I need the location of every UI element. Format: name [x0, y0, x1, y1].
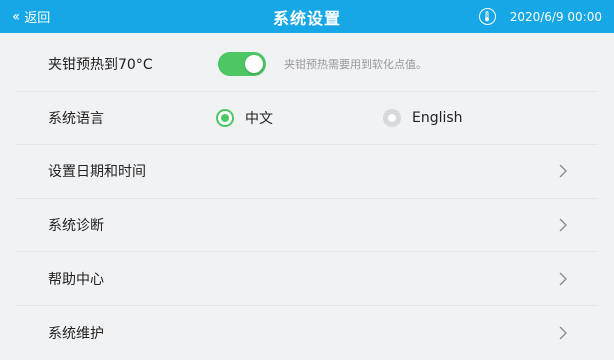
chevron-right-icon	[559, 164, 567, 178]
datetime-display: 2020/6/9 00:00	[509, 9, 602, 24]
diagnostics-label: 系统诊断	[48, 218, 104, 235]
language-option-label: 中文	[245, 110, 273, 127]
help-row[interactable]: 帮助中心	[16, 252, 598, 306]
chevron-right-icon	[559, 272, 567, 286]
preheat-label: 夹钳预热到70°C	[48, 57, 153, 74]
settings-list: 夹钳预热到70°C 夹钳预热需要用到软化点值。 系统语言 中文 English …	[16, 38, 598, 360]
language-option-label: English	[412, 109, 463, 126]
preheat-hint: 夹钳预热需要用到软化点值。	[284, 58, 427, 72]
toggle-knob	[245, 55, 263, 73]
back-button[interactable]: ‹‹ 返回	[12, 0, 50, 33]
date-time-row[interactable]: 设置日期和时间	[16, 145, 598, 199]
language-label: 系统语言	[48, 110, 104, 127]
language-option-english[interactable]: English	[383, 108, 463, 127]
maintenance-row[interactable]: 系统维护	[16, 306, 598, 360]
diagnostics-row[interactable]: 系统诊断	[16, 199, 598, 253]
chevron-right-icon	[559, 326, 567, 340]
status-area: 2020/6/9 00:00	[478, 0, 602, 33]
maintenance-label: 系统维护	[48, 325, 104, 342]
thermometer-icon	[478, 8, 496, 25]
back-label: 返回	[24, 11, 51, 26]
chevron-right-icon	[559, 218, 567, 232]
preheat-row: 夹钳预热到70°C 夹钳预热需要用到软化点值。	[16, 38, 598, 92]
double-chevron-left-icon: ‹‹	[12, 8, 20, 25]
radio-selected-icon	[216, 108, 234, 127]
help-label: 帮助中心	[48, 271, 104, 288]
date-time-label: 设置日期和时间	[48, 164, 146, 181]
language-row: 系统语言 中文 English	[16, 92, 598, 146]
radio-unselected-icon	[383, 108, 401, 127]
language-option-chinese[interactable]: 中文	[216, 108, 273, 128]
preheat-toggle[interactable]	[218, 52, 266, 76]
top-bar: ‹‹ 返回 系统设置 2020/6/9 00:00	[0, 0, 614, 33]
